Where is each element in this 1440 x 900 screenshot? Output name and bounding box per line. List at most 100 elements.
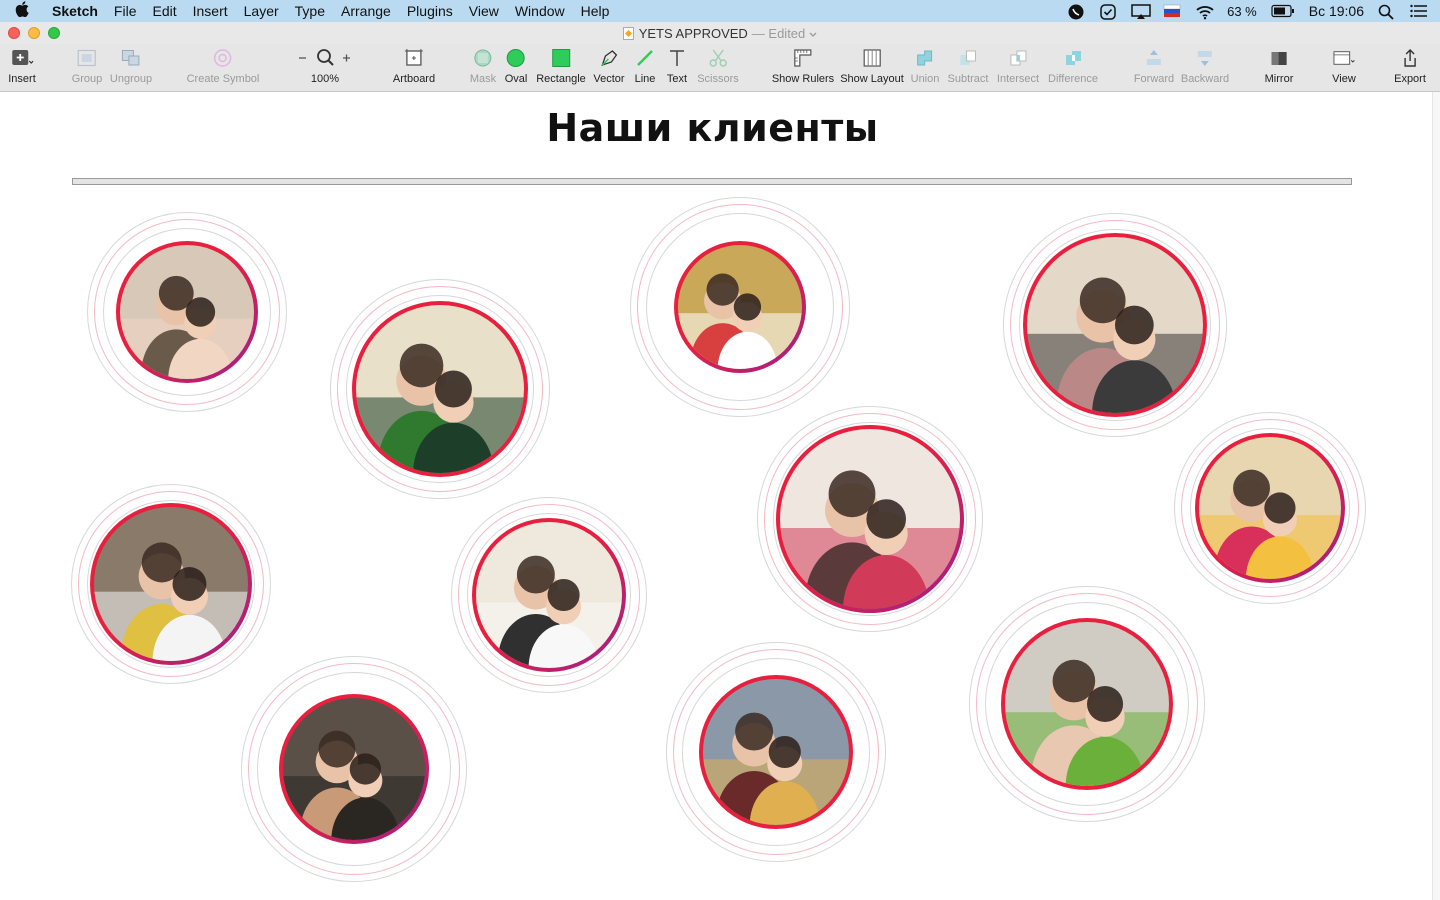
text-icon bbox=[666, 48, 688, 68]
zoom-control[interactable]: 100% bbox=[295, 48, 355, 85]
client-photo-image bbox=[678, 245, 802, 369]
menu-plugins[interactable]: Plugins bbox=[399, 0, 461, 22]
difference-label: Difference bbox=[1048, 73, 1098, 85]
oval-label: Oval bbox=[504, 73, 528, 85]
window-zoom-button[interactable] bbox=[48, 27, 60, 39]
client-photo-1[interactable] bbox=[87, 212, 287, 412]
menu-bar: Sketch File Edit Insert Layer Type Arran… bbox=[0, 0, 1440, 22]
client-photo-image bbox=[1027, 237, 1203, 413]
bring-forward-icon bbox=[1143, 48, 1165, 68]
show-layout-label: Show Layout bbox=[840, 73, 904, 85]
view-label: View bbox=[1332, 73, 1356, 85]
client-photo-4[interactable] bbox=[1003, 213, 1227, 437]
difference-icon bbox=[1062, 48, 1084, 68]
view-button[interactable]: View bbox=[1332, 48, 1356, 85]
scissors-label: Scissors bbox=[697, 73, 739, 85]
task-check-icon[interactable] bbox=[1099, 4, 1117, 20]
notification-center-icon[interactable] bbox=[1410, 4, 1428, 18]
window-minimize-button[interactable] bbox=[28, 27, 40, 39]
client-photo-7[interactable] bbox=[71, 484, 271, 684]
design-canvas[interactable]: Наши клиенты bbox=[0, 92, 1440, 900]
menu-layer[interactable]: Layer bbox=[236, 0, 287, 22]
chevron-down-icon[interactable] bbox=[809, 26, 817, 41]
vector-button[interactable]: Vector bbox=[593, 48, 625, 85]
subtract-icon bbox=[957, 48, 979, 68]
mask-icon bbox=[472, 48, 494, 68]
menu-edit[interactable]: Edit bbox=[144, 0, 184, 22]
intersect-button[interactable]: Intersect bbox=[997, 48, 1039, 85]
backward-button[interactable]: Backward bbox=[1181, 48, 1229, 85]
show-rulers-button[interactable]: Show Rulers bbox=[772, 48, 834, 85]
canvas-scroll-edge bbox=[1432, 92, 1440, 900]
menu-file[interactable]: File bbox=[106, 0, 145, 22]
menu-help[interactable]: Help bbox=[573, 0, 618, 22]
artboard-button[interactable]: Artboard bbox=[393, 48, 435, 85]
airplay-icon[interactable] bbox=[1131, 4, 1151, 19]
client-photo-image bbox=[120, 245, 254, 379]
scissors-button[interactable]: Scissors bbox=[697, 48, 739, 85]
mirror-button[interactable]: Mirror bbox=[1265, 48, 1293, 85]
menu-app-sketch[interactable]: Sketch bbox=[44, 0, 106, 22]
share-export-icon bbox=[1399, 48, 1421, 68]
apple-menu-icon[interactable] bbox=[0, 1, 44, 21]
battery-icon[interactable] bbox=[1271, 4, 1295, 18]
document-title[interactable]: YETS APPROVED bbox=[639, 26, 748, 41]
rectangle-icon bbox=[550, 48, 572, 68]
group-label: Group bbox=[71, 73, 103, 85]
insert-label: Insert bbox=[8, 73, 36, 85]
ungroup-button[interactable]: Ungroup bbox=[110, 48, 152, 85]
ungroup-label: Ungroup bbox=[109, 73, 153, 85]
wifi-icon[interactable] bbox=[1195, 4, 1214, 20]
battery-percent[interactable]: 63 % bbox=[1227, 4, 1257, 19]
union-button[interactable]: Union bbox=[910, 48, 940, 85]
forward-label: Forward bbox=[1133, 73, 1175, 85]
client-photo-11[interactable] bbox=[969, 586, 1205, 822]
show-layout-button[interactable]: Show Layout bbox=[840, 48, 904, 85]
menu-arrange[interactable]: Arrange bbox=[333, 0, 399, 22]
client-photo-10[interactable] bbox=[666, 642, 886, 862]
view-window-icon bbox=[1333, 48, 1355, 68]
document-status[interactable]: — Edited bbox=[752, 26, 805, 41]
window-close-button[interactable] bbox=[8, 27, 20, 39]
menu-insert[interactable]: Insert bbox=[185, 0, 236, 22]
client-photo-8[interactable] bbox=[451, 497, 647, 693]
client-photo-3[interactable] bbox=[630, 197, 850, 417]
client-photo-image bbox=[703, 679, 849, 825]
client-photo-image bbox=[1199, 437, 1341, 579]
group-button[interactable]: Group bbox=[71, 48, 103, 85]
spotlight-search-icon[interactable] bbox=[1378, 4, 1396, 20]
rectangle-label: Rectangle bbox=[536, 73, 586, 85]
clock[interactable]: Вс 19:06 bbox=[1309, 3, 1364, 19]
divider-bar[interactable] bbox=[72, 178, 1352, 185]
viber-icon[interactable] bbox=[1067, 4, 1085, 20]
menu-view[interactable]: View bbox=[461, 0, 507, 22]
oval-button[interactable]: Oval bbox=[504, 48, 528, 85]
insert-button[interactable]: Insert bbox=[8, 48, 36, 85]
input-source-flag-icon[interactable] bbox=[1163, 4, 1181, 18]
mask-button[interactable]: Mask bbox=[470, 48, 496, 85]
menu-window[interactable]: Window bbox=[507, 0, 573, 22]
text-button[interactable]: Text bbox=[666, 48, 688, 85]
ruler-icon bbox=[792, 48, 814, 68]
export-label: Export bbox=[1394, 73, 1426, 85]
subtract-button[interactable]: Subtract bbox=[948, 48, 988, 85]
export-button[interactable]: Export bbox=[1394, 48, 1426, 85]
client-photo-2[interactable] bbox=[330, 279, 550, 499]
forward-button[interactable]: Forward bbox=[1134, 48, 1174, 85]
difference-button[interactable]: Difference bbox=[1048, 48, 1098, 85]
page-heading[interactable]: Наши клиенты bbox=[0, 106, 1425, 150]
create-symbol-label: Create Symbol bbox=[186, 73, 260, 85]
client-photo-6[interactable] bbox=[1174, 412, 1366, 604]
show-rulers-label: Show Rulers bbox=[771, 73, 835, 85]
union-icon bbox=[914, 48, 936, 68]
send-backward-icon bbox=[1194, 48, 1216, 68]
line-button[interactable]: Line bbox=[634, 48, 656, 85]
client-photo-image bbox=[1005, 622, 1169, 786]
client-photo-9[interactable] bbox=[241, 656, 467, 882]
create-symbol-button[interactable]: Create Symbol bbox=[186, 48, 260, 85]
rectangle-button[interactable]: Rectangle bbox=[536, 48, 586, 85]
client-photo-5[interactable] bbox=[757, 406, 983, 632]
menu-type[interactable]: Type bbox=[287, 0, 333, 22]
mask-label: Mask bbox=[469, 73, 497, 85]
union-label: Union bbox=[910, 73, 940, 85]
